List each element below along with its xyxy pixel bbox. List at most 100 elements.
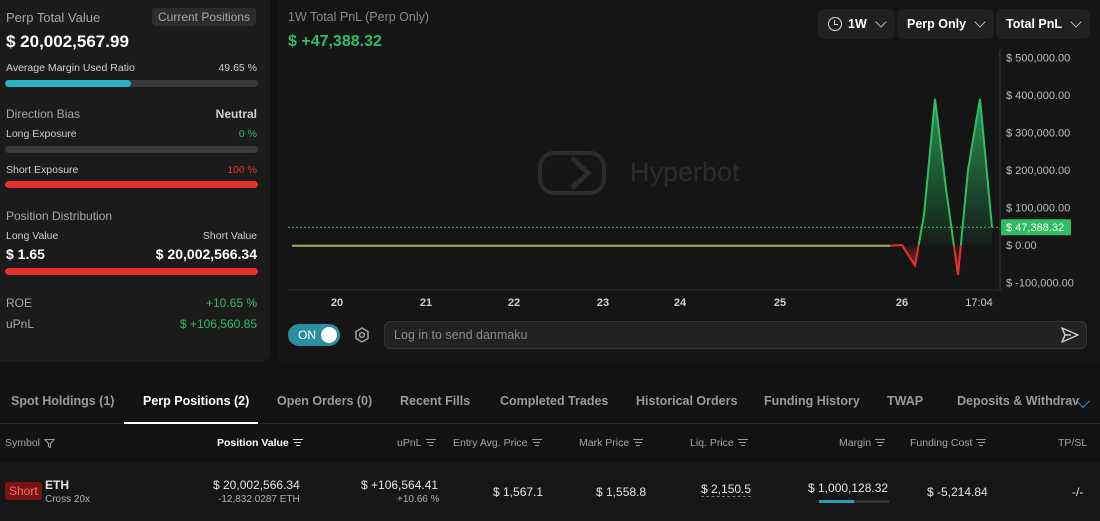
- clock-icon: [828, 17, 842, 31]
- x-tick-label: 24: [674, 297, 687, 309]
- position-distribution-label: Position Distribution: [6, 209, 113, 223]
- series-area-segment: [292, 245, 919, 266]
- distribution-labels-row: Long Value Short Value: [6, 230, 257, 242]
- danmaku-bar: [384, 321, 1087, 349]
- row-upnl: $ +106,564.41: [361, 478, 439, 492]
- header-margin[interactable]: Margin: [839, 437, 886, 449]
- long-exposure-value: 0 %: [238, 128, 257, 140]
- perp-total-label: Perp Total Value: [6, 10, 101, 25]
- tab-twap[interactable]: TWAP: [887, 394, 923, 408]
- header-upnl[interactable]: uPnL: [397, 437, 436, 449]
- coin-symbol[interactable]: ETH: [45, 478, 69, 492]
- funding-cost: $ -5,214.84: [927, 485, 988, 499]
- direction-bias-label: Direction Bias: [6, 107, 81, 121]
- y-tick-label: $ 100,000.00: [1006, 203, 1070, 215]
- roe-row: ROE +10.65 %: [6, 296, 257, 310]
- entry-price: $ 1,567.1: [493, 485, 544, 499]
- header-entry-price[interactable]: Entry Avg. Price: [453, 437, 542, 449]
- current-value-tag: $ 47,388.32: [1001, 219, 1071, 236]
- header-liq-price[interactable]: Liq. Price: [690, 437, 748, 449]
- tab-perp-positions[interactable]: Perp Positions (2): [143, 394, 249, 408]
- danmaku-input[interactable]: [394, 328, 1034, 342]
- chevron-down-icon: [875, 16, 887, 28]
- chart-pnl-value: $ +47,388.32: [288, 33, 382, 50]
- avg-margin-bar: [5, 80, 258, 87]
- header-symbol[interactable]: Symbol: [5, 437, 56, 449]
- tab-deposits-withdrawals[interactable]: Deposits & Withdrav: [957, 394, 1079, 408]
- tab-open-orders[interactable]: Open Orders (0): [277, 394, 372, 408]
- portfolio-summary-panel: Perp Total Value Current Positions $ 20,…: [0, 0, 270, 362]
- long-exposure-row: Long Exposure 0 %: [6, 128, 257, 140]
- avg-margin-row: Average Margin Used Ratio 49.65 %: [6, 62, 257, 74]
- settings-icon[interactable]: [354, 327, 370, 343]
- x-tick-label: 23: [597, 297, 609, 309]
- y-tick-label: $ 400,000.00: [1006, 90, 1070, 102]
- positions-table-header: Symbol Position Value uPnL Entry Avg. Pr…: [0, 425, 1100, 461]
- margin-mode: Cross 20x: [45, 494, 91, 505]
- short-exposure-row: Short Exposure 100 %: [6, 164, 257, 176]
- metric-label: Total PnL: [1006, 17, 1063, 31]
- avg-margin-label: Average Margin Used Ratio: [6, 62, 135, 74]
- perp-total-value: $ 20,002,567.99: [6, 32, 129, 51]
- header-mark-price[interactable]: Mark Price: [579, 437, 644, 449]
- position-distribution-bar: [5, 268, 258, 275]
- send-icon[interactable]: [1060, 326, 1080, 344]
- y-tick-label: $ 300,000.00: [1006, 128, 1070, 140]
- x-tick-label: 25: [774, 297, 786, 309]
- filter-icon[interactable]: [44, 438, 56, 449]
- short-exposure-value: 100 %: [227, 164, 257, 176]
- header-funding-label: Funding Cost: [910, 437, 973, 449]
- x-tick-label: 20: [331, 297, 343, 309]
- series-area-segment: [918, 98, 954, 245]
- tpsl-value[interactable]: -/-: [1072, 485, 1083, 499]
- sort-icon: [425, 439, 436, 447]
- x-tick-label: 21: [420, 297, 432, 309]
- margin-usage-bar-fill: [819, 500, 854, 503]
- long-exposure-bar: [5, 146, 258, 153]
- perp-filter-dropdown[interactable]: Perp Only: [897, 9, 995, 39]
- danmaku-toggle[interactable]: ON: [288, 324, 340, 346]
- current-positions-button[interactable]: Current Positions: [152, 8, 257, 26]
- pnl-chart[interactable]: Hyperbot $ 500,000.00 $ 400,000.00 $ 300,0…: [278, 50, 1100, 315]
- chart-title: 1W Total PnL (Perp Only): [288, 10, 430, 24]
- margin-usage-bar: [819, 500, 889, 503]
- pnl-chart-panel: 1W Total PnL (Perp Only) $ +47,388.32 1W…: [278, 0, 1100, 362]
- tab-recent-fills[interactable]: Recent Fills: [400, 394, 470, 408]
- tab-funding-history[interactable]: Funding History: [764, 394, 860, 408]
- y-tick-label: $ 200,000.00: [1006, 165, 1070, 177]
- tab-spot-holdings[interactable]: Spot Holdings (1): [11, 394, 114, 408]
- side-badge: Short: [5, 482, 42, 500]
- header-position-value[interactable]: Position Value: [217, 437, 303, 449]
- tab-historical-orders[interactable]: Historical Orders: [636, 394, 737, 408]
- short-exposure-bar-fill: [5, 181, 258, 188]
- upnl-row: uPnL $ +106,560.85: [6, 317, 257, 331]
- time-range-label: 1W: [848, 17, 867, 31]
- avg-margin-bar-fill: [5, 80, 131, 87]
- header-mark-label: Mark Price: [579, 437, 630, 449]
- perp-filter-label: Perp Only: [907, 17, 967, 31]
- time-range-dropdown[interactable]: 1W: [818, 9, 895, 39]
- sort-icon: [737, 439, 748, 447]
- y-tick-label: $ 500,000.00: [1006, 53, 1070, 65]
- sort-icon: [976, 439, 987, 447]
- sort-icon: [633, 439, 644, 447]
- table-row[interactable]: Short ETH Cross 20x $ 20,002,566.34 -12,…: [0, 462, 1100, 521]
- positions-tab-bar: Spot Holdings (1) Perp Positions (2) Ope…: [0, 380, 1100, 424]
- toggle-knob: [321, 327, 337, 343]
- upnl-label: uPnL: [6, 317, 35, 331]
- header-tpsl-label: TP/SL: [1058, 437, 1088, 449]
- x-tick-label: 26: [896, 297, 908, 309]
- metric-dropdown[interactable]: Total PnL: [996, 9, 1091, 39]
- header-upnl-label: uPnL: [397, 437, 422, 449]
- position-size: -12,832.0287 ETH: [218, 494, 300, 505]
- long-value-label: Long Value: [6, 230, 59, 242]
- row-upnl-pct: +10.66 %: [397, 494, 440, 505]
- tab-completed-trades[interactable]: Completed Trades: [500, 394, 608, 408]
- header-funding-cost[interactable]: Funding Cost: [910, 437, 987, 449]
- mark-price: $ 1,558.8: [596, 485, 647, 499]
- roe-value: +10.65 %: [205, 296, 257, 310]
- short-value: $ 20,002,566.34: [155, 246, 257, 262]
- short-exposure-bar: [5, 181, 258, 188]
- liq-price: $ 2,150.5: [701, 482, 752, 497]
- avg-margin-value: 49.65 %: [218, 62, 257, 74]
